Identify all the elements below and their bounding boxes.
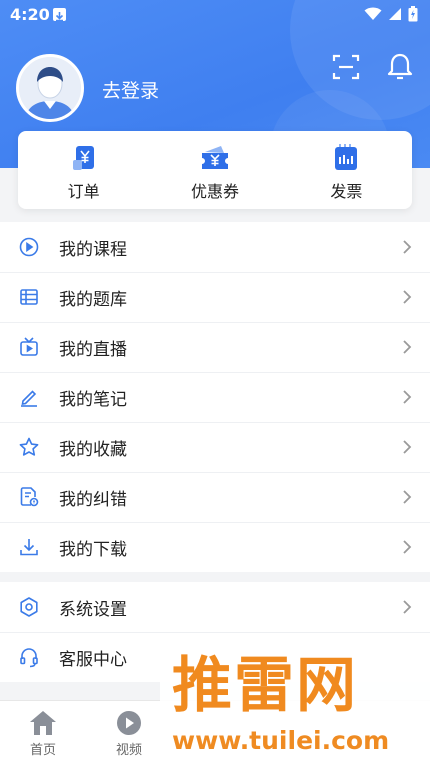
headset-icon [20,648,38,668]
scan-icon[interactable] [332,53,360,81]
status-icons [364,6,418,22]
play-circle-icon [19,237,39,257]
chevron-right-icon [403,240,412,254]
menu-item-settings[interactable]: 系统设置 [0,582,430,632]
menu-item-courses[interactable]: 我的课程 [0,222,430,272]
tv-live-icon [20,337,38,356]
menu-item-notes[interactable]: 我的笔记 [0,372,430,422]
question-bank-icon [20,289,38,305]
menu-item-label: 我的下载 [59,539,127,560]
quick-label: 订单 [67,182,100,201]
quick-item-order[interactable]: 订单 [18,131,149,209]
quick-item-coupon[interactable]: 优惠券 [149,131,280,209]
menu-list-main: 我的课程 我的题库 我的直播 我的笔记 我的收藏 我的纠错 我的下载 [0,222,430,572]
tab-video[interactable]: 视频 [99,709,159,758]
login-link[interactable]: 去登录 [102,76,159,103]
status-bar: 4:20 [0,0,430,30]
error-report-icon [20,487,39,507]
menu-item-label: 我的课程 [59,239,127,260]
chevron-right-icon [403,490,412,504]
chevron-right-icon [403,540,412,554]
watermark-url: www.tuilei.com [172,726,390,755]
status-time: 4:20 [10,5,50,24]
download-icon [20,539,38,556]
tab-label: 首页 [29,743,56,758]
menu-item-live[interactable]: 我的直播 [0,322,430,372]
gear-icon [20,597,38,617]
menu-item-favorites[interactable]: 我的收藏 [0,422,430,472]
menu-item-label: 我的纠错 [59,489,127,510]
pencil-icon [21,390,37,407]
star-icon [19,437,39,456]
receipt-icon [72,146,94,170]
chevron-right-icon [403,440,412,454]
download-notification-icon [53,8,66,22]
quick-label: 优惠券 [190,182,239,201]
menu-item-question-bank[interactable]: 我的题库 [0,272,430,322]
wifi-icon [364,7,382,20]
menu-item-label: 我的直播 [59,339,127,360]
signal-icon [389,8,401,20]
menu-item-label: 我的题库 [59,289,127,310]
bell-icon[interactable] [387,52,413,82]
chevron-right-icon [403,600,412,614]
coupon-icon [201,146,228,169]
chevron-right-icon [403,340,412,354]
watermark-title: 推雷网 [172,651,358,721]
invoice-icon [335,144,358,170]
menu-item-label: 系统设置 [59,599,127,620]
quick-label: 发票 [330,182,363,201]
tab-label: 视频 [115,743,142,758]
quick-item-invoice[interactable]: 发票 [281,131,412,209]
watermark-overlay: 推雷网 www.tuilei.com [160,648,430,764]
menu-item-label: 客服中心 [59,649,127,670]
menu-item-label: 我的收藏 [59,439,127,460]
battery-icon [408,6,418,22]
menu-item-corrections[interactable]: 我的纠错 [0,472,430,522]
avatar[interactable] [16,54,84,122]
menu-item-downloads[interactable]: 我的下载 [0,522,430,572]
chevron-right-icon [403,290,412,304]
home-icon [30,711,56,735]
video-icon [117,711,141,735]
quick-actions-card: 订单 优惠券 发票 [18,131,412,209]
menu-item-label: 我的笔记 [59,389,127,410]
tab-home[interactable]: 首页 [13,709,73,758]
chevron-right-icon [403,390,412,404]
